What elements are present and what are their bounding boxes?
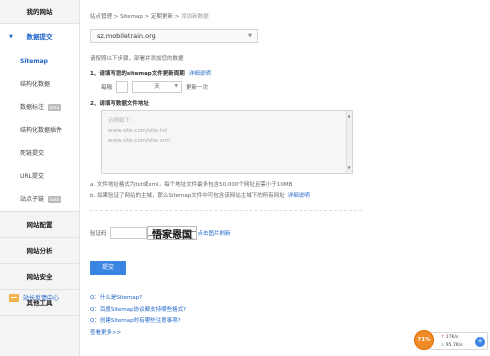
- frequency-row: 每隔 天 ▼ 更新一次: [101, 81, 208, 93]
- arrow-down-icon: ↓: [441, 342, 445, 348]
- breadcrumb-item[interactable]: 站点管理: [90, 14, 112, 20]
- note-b: b. 如果验证了网站的主域，那么Sitemap文件中可包含该网站主域下的所有网址…: [90, 191, 310, 199]
- mail-icon: [9, 293, 19, 302]
- submit-button[interactable]: 提交: [90, 261, 126, 275]
- sidebar-submenu: Sitemap 结构化数据 数据标注 beta 结构化数据插件 死链提交 URL提…: [0, 50, 79, 212]
- captcha-row: 验证码 悟家恩国 点击图片刷新: [90, 226, 231, 240]
- speed-box: ↑17K/s ↓95.7K/s +: [430, 332, 488, 350]
- site-select[interactable]: sz.mobiletrain.org ▼: [90, 29, 258, 43]
- sidebar-item-label: URL提交: [20, 173, 44, 180]
- breadcrumb-current: 添加新数据: [181, 14, 209, 20]
- faq-item[interactable]: Q：创建Sitemap时有哪些注意事项?: [90, 316, 186, 328]
- sidebar-item-structured-plugin[interactable]: 结构化数据插件: [0, 119, 79, 142]
- faq-list: Q：什么是Sitemap? Q：百度Sitemap协议都支持哪些格式? Q：创建…: [90, 293, 186, 339]
- caret-down-icon: ▼: [9, 34, 13, 40]
- step-1-title: 1、请填写您的sitemap文件更新周期 详细说明: [90, 69, 211, 77]
- breadcrumb: 站点管理 > Sitemap > 定期更新 > 添加新数据: [90, 12, 209, 20]
- frequency-input[interactable]: [116, 81, 129, 93]
- captcha-refresh-link[interactable]: 点击图片刷新: [198, 229, 231, 237]
- instruction-text: 请按照以下步骤，部署并添加您的数据: [90, 56, 184, 62]
- note-b-text: b. 如果验证了网站的主域，那么Sitemap文件中可包含该网站主域下的所有网址: [90, 193, 285, 199]
- sidebar-section-site-analysis[interactable]: 网站分析: [0, 238, 79, 264]
- step-1-label: 1、请填写您的sitemap文件更新周期: [90, 71, 185, 77]
- download-speed-value: 95.7K/s: [445, 342, 463, 348]
- sidebar-item-label: 死链提交: [20, 150, 45, 157]
- beta-badge: beta: [48, 196, 62, 203]
- sidebar-item-label: 站点子链: [20, 196, 45, 203]
- sidebar-item-label: 数据标注: [20, 104, 45, 111]
- breadcrumb-separator: >: [142, 14, 152, 20]
- breadcrumb-item[interactable]: 定期更新: [151, 14, 173, 20]
- step-2-title: 2、请填写数据文件地址: [90, 101, 149, 107]
- chevron-down-icon: ▼: [174, 84, 179, 89]
- placeholder-line: www.site.com/site.txt: [108, 128, 168, 134]
- plus-icon[interactable]: +: [475, 337, 485, 347]
- breadcrumb-separator: >: [112, 14, 121, 20]
- feedback-link[interactable]: 站长反馈中心: [9, 293, 59, 302]
- sidebar: 我的网站 ▼ 数据提交 Sitemap 结构化数据 数据标注 beta 结构化数据…: [0, 0, 80, 356]
- sidebar-item-data-annotation[interactable]: 数据标注 beta: [0, 96, 79, 119]
- sidebar-item-url-submit[interactable]: URL提交: [0, 165, 79, 188]
- sidebar-item-label: 结构化数据插件: [20, 127, 63, 134]
- frequency-unit-value: 天: [154, 84, 160, 90]
- sidebar-item-structured-data[interactable]: 结构化数据: [0, 73, 79, 96]
- site-select-value: sz.mobiletrain.org: [97, 32, 156, 40]
- upload-speed-value: 17K/s: [445, 335, 459, 340]
- placeholder-line: www.site.com/site.xml: [108, 138, 170, 144]
- sidebar-item-dead-link[interactable]: 死链提交: [0, 142, 79, 165]
- captcha-label: 验证码: [90, 231, 107, 237]
- captcha-input[interactable]: [109, 227, 147, 239]
- faq-more-link[interactable]: 查看更多>>: [90, 328, 186, 340]
- arrow-up-icon: ↑: [441, 335, 445, 340]
- chevron-down-icon: ▼: [248, 33, 252, 39]
- breadcrumb-item[interactable]: Sitemap: [120, 14, 143, 20]
- sidebar-section-label: 数据提交: [26, 33, 53, 41]
- placeholder-line: 示例如下：: [108, 118, 136, 124]
- memory-percent-badge[interactable]: 71%: [414, 330, 434, 350]
- captcha-glyphs: 悟家恩国: [151, 228, 192, 240]
- sidebar-item-sitelinks[interactable]: 站点子链 beta: [0, 188, 79, 211]
- sidebar-item-label: 结构化数据: [20, 81, 51, 88]
- textarea-scrollbar[interactable]: [346, 111, 352, 173]
- step-1-help-link[interactable]: 详细说明: [189, 71, 211, 77]
- sidebar-header[interactable]: 我的网站: [0, 0, 79, 24]
- breadcrumb-separator: >: [173, 14, 182, 20]
- sidebar-section-data-submit[interactable]: ▼ 数据提交: [0, 24, 79, 50]
- note-a: a. 文件地址格式为txt或xml，每个地址文件最多包含50,000个网址且需小…: [90, 182, 293, 188]
- sidebar-section-site-config[interactable]: 网站配置: [0, 212, 79, 238]
- frequency-prefix: 每隔: [101, 85, 113, 91]
- file-address-textarea[interactable]: 示例如下： www.site.com/site.txt www.site.com…: [101, 110, 353, 174]
- captcha-noise: 悟家恩国: [147, 228, 196, 240]
- beta-badge: beta: [48, 104, 62, 111]
- divider: [90, 210, 362, 211]
- network-speed-widget[interactable]: ↑17K/s ↓95.7K/s + 71%: [414, 330, 490, 352]
- main-content: 站点管理 > Sitemap > 定期更新 > 添加新数据 sz.mobilet…: [90, 0, 490, 356]
- sidebar-section-site-security[interactable]: 网站安全: [0, 264, 79, 290]
- captcha-image[interactable]: 悟家恩国: [146, 226, 197, 240]
- sidebar-item-sitemap[interactable]: Sitemap: [0, 50, 79, 73]
- frequency-unit-select[interactable]: 天 ▼: [132, 81, 183, 93]
- note-b-help-link[interactable]: 详细说明: [288, 193, 310, 199]
- faq-item[interactable]: Q：什么是Sitemap?: [90, 293, 186, 305]
- faq-item[interactable]: Q：百度Sitemap协议都支持哪些格式?: [90, 305, 186, 317]
- sidebar-item-label: Sitemap: [20, 58, 48, 65]
- feedback-label: 站长反馈中心: [23, 295, 60, 302]
- frequency-suffix: 更新一次: [186, 85, 209, 91]
